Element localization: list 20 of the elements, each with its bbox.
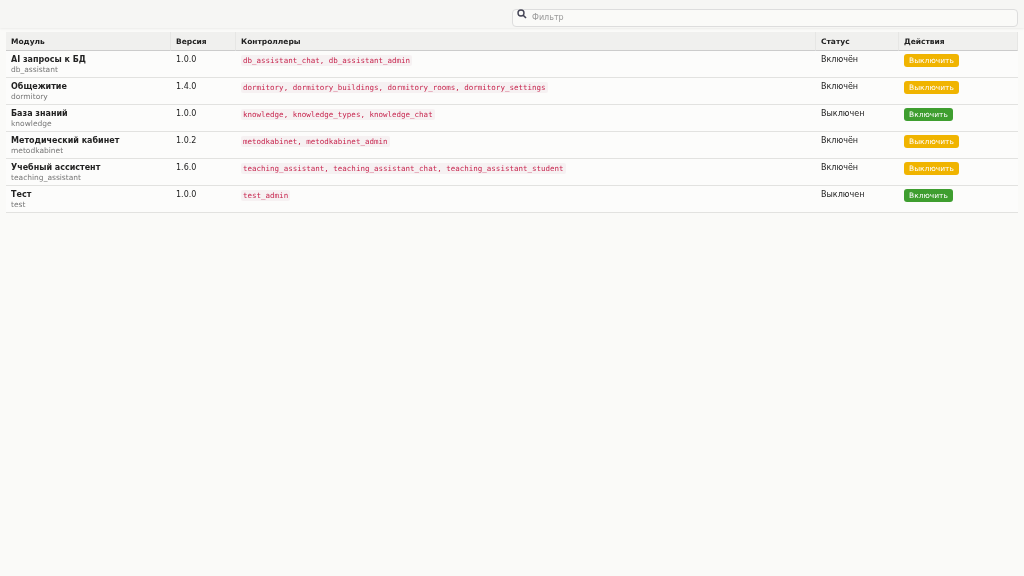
module-name: Учебный ассистент [11,163,101,172]
module-name: Общежитие [11,82,67,91]
status-text: Выключен [821,190,865,199]
search-field[interactable]: Фильтр [512,8,1018,27]
module-name: Тест [11,190,32,199]
status-text: Включён [821,136,859,145]
version-text: 1.6.0 [176,163,197,172]
version-text: 1.0.2 [176,136,197,145]
version-text: 1.0.0 [176,55,197,64]
status-text: Выключен [821,109,865,118]
module-name: AI запросы к БД [11,55,86,64]
module-name: Методический кабинет [11,136,120,145]
version-text: 1.4.0 [176,82,197,91]
status-text: Включён [821,82,859,91]
module-name: База знаний [11,109,68,118]
version-text: 1.0.0 [176,190,197,199]
status-text: Включён [821,55,859,64]
status-text: Включён [821,163,859,172]
version-text: 1.0.0 [176,109,197,118]
search-icon [517,9,527,19]
